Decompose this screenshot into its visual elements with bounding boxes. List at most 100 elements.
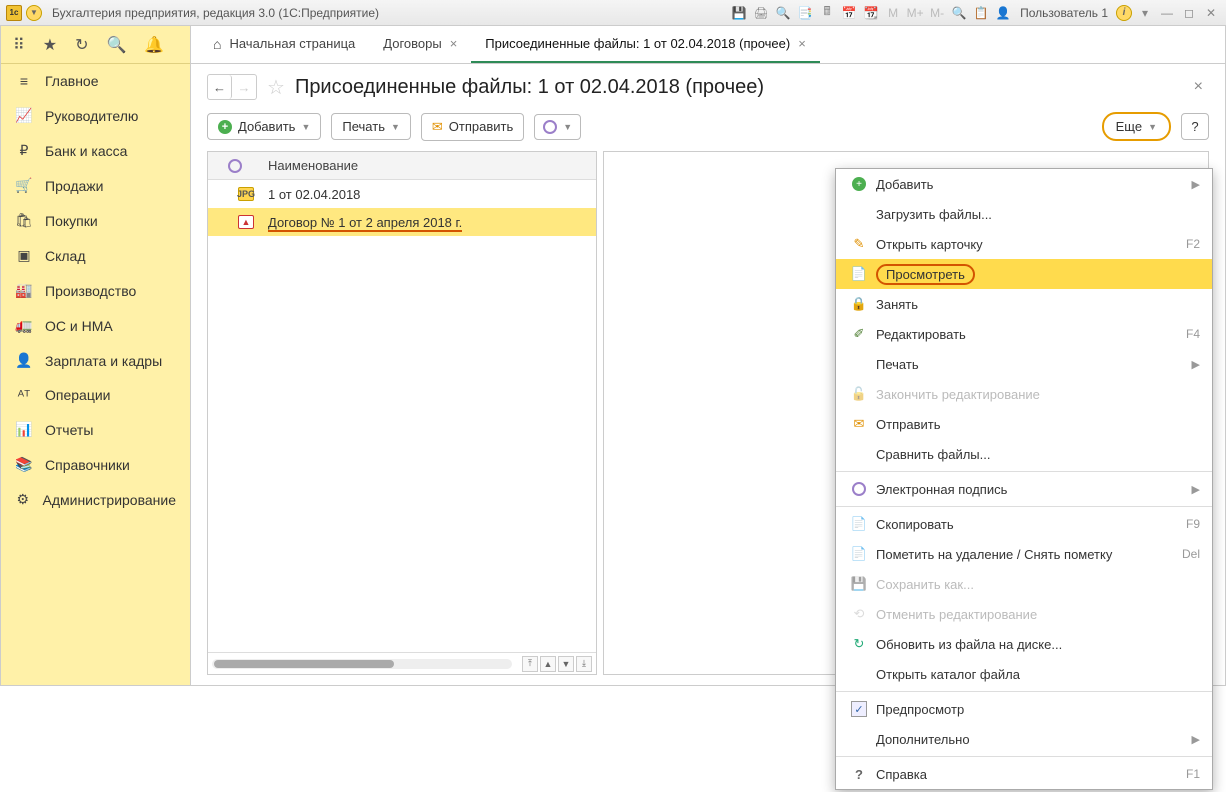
chevron-right-icon: ▶	[1192, 483, 1200, 496]
tab-0[interactable]: Договоры×	[369, 26, 471, 63]
tab-1[interactable]: Присоединенные файлы: 1 от 02.04.2018 (п…	[471, 26, 820, 63]
sidebar-item-8[interactable]: 👤Зарплата и кадры	[1, 343, 190, 378]
menu-item-сравнить-файлы-[interactable]: Сравнить файлы...	[836, 439, 1212, 469]
favorite-icon[interactable]: ☆	[267, 75, 285, 100]
forward-button[interactable]: →	[232, 75, 256, 99]
zoom-icon[interactable]: 🔍	[950, 4, 968, 22]
menu-item-электронная-подпись[interactable]: Электронная подпись▶	[836, 474, 1212, 504]
app-logo-icon: 1c	[6, 5, 22, 21]
menu-item-редактировать[interactable]: ✐РедактироватьF4	[836, 319, 1212, 349]
scroll-top-icon[interactable]: ⤒	[522, 656, 538, 672]
menu-item-печать[interactable]: Печать▶	[836, 349, 1212, 379]
menu-item-дополнительно[interactable]: Дополнительно▶	[836, 724, 1212, 754]
signature-button[interactable]: ▼	[534, 114, 581, 140]
add-button[interactable]: + Добавить ▼	[207, 113, 321, 140]
minimize-icon[interactable]: —	[1158, 4, 1176, 22]
menu-label: Электронная подпись	[870, 482, 1192, 497]
menu-label: Занять	[870, 297, 1200, 312]
sidebar-item-9[interactable]: ᴬᵀОперации	[1, 378, 190, 412]
menu-item-предпросмотр[interactable]: ✓Предпросмотр	[836, 694, 1212, 724]
history-icon[interactable]: ↻	[75, 35, 88, 55]
compare-icon[interactable]: 📑	[796, 4, 814, 22]
m-plus-icon[interactable]: M+	[906, 4, 924, 22]
list-row[interactable]: JPG1 от 02.04.2018	[208, 180, 596, 208]
clipboard-icon[interactable]: 📋	[972, 4, 990, 22]
chevron-right-icon: ▶	[1192, 178, 1200, 191]
sidebar-item-11[interactable]: 📚Справочники	[1, 447, 190, 482]
tab-close-icon[interactable]: ×	[798, 36, 806, 51]
sidebar-label: Операции	[45, 387, 111, 403]
menu-icon	[848, 482, 870, 496]
sidebar-label: Отчеты	[45, 422, 93, 438]
back-button[interactable]: ←	[208, 75, 232, 99]
save-icon[interactable]: 💾	[730, 4, 748, 22]
sidebar-icon: 📈	[15, 107, 33, 124]
apps-icon[interactable]: ⠿	[13, 35, 25, 55]
bell-icon[interactable]: 🔔	[144, 35, 164, 55]
menu-item-пометить-на-удаление-снять-пом[interactable]: 📄Пометить на удаление / Снять пометкуDel	[836, 539, 1212, 569]
menu-icon: 💾	[848, 576, 870, 592]
list-row[interactable]: ▲Договор № 1 от 2 апреля 2018 г.	[208, 208, 596, 236]
print-button[interactable]: Печать ▼	[331, 113, 411, 140]
menu-item-загрузить-файлы-[interactable]: Загрузить файлы...	[836, 199, 1212, 229]
column-name[interactable]: Наименование	[262, 158, 596, 173]
calc-icon[interactable]: 🖩	[818, 4, 836, 22]
user-name[interactable]: Пользователь 1	[1016, 6, 1112, 20]
menu-item-занять[interactable]: 🔒Занять	[836, 289, 1212, 319]
send-button[interactable]: ✉ Отправить	[421, 113, 524, 141]
sidebar-top: ⠿ ★ ↻ 🔍 🔔	[1, 26, 190, 64]
m-icon[interactable]: M	[884, 4, 902, 22]
sidebar-item-6[interactable]: 🏭Производство	[1, 273, 190, 308]
date-icon[interactable]: 📆	[862, 4, 880, 22]
menu-shortcut: F9	[1186, 517, 1200, 531]
search-icon[interactable]: 🔍	[106, 35, 126, 55]
dropdown-icon[interactable]: ▾	[1136, 4, 1154, 22]
menu-item-открыть-каталог-файла[interactable]: Открыть каталог файла	[836, 659, 1212, 689]
sidebar-item-5[interactable]: ▣Склад	[1, 238, 190, 273]
menu-icon: 📄	[848, 266, 870, 282]
sidebar-item-12[interactable]: ⚙Администрирование	[1, 482, 190, 517]
print-icon[interactable]: 🖨	[752, 4, 770, 22]
maximize-icon[interactable]: ◻	[1180, 4, 1198, 22]
menu-item-добавить[interactable]: +Добавить▶	[836, 169, 1212, 199]
menu-item-справка[interactable]: ?СправкаF1	[836, 759, 1212, 789]
scroll-up-icon[interactable]: ▲	[540, 656, 556, 672]
help-button[interactable]: ?	[1181, 113, 1209, 140]
menu-label: Печать	[870, 357, 1192, 372]
menu-icon: 🔓	[848, 386, 870, 402]
chevron-down-icon: ▼	[301, 122, 310, 132]
menu-icon: ?	[848, 767, 870, 782]
sidebar-item-3[interactable]: 🛒Продажи	[1, 168, 190, 203]
m-minus-icon[interactable]: M-	[928, 4, 946, 22]
toolbar: + Добавить ▼ Печать ▼ ✉ Отправить ▼ Еще …	[191, 106, 1225, 151]
tab-close-icon[interactable]: ×	[450, 36, 458, 51]
menu-item-открыть-карточку[interactable]: ✎Открыть карточкуF2	[836, 229, 1212, 259]
menu-separator	[836, 691, 1212, 692]
sidebar-item-4[interactable]: 🛍Покупки	[1, 203, 190, 238]
menu-item-отправить[interactable]: ✉Отправить	[836, 409, 1212, 439]
scrollbar[interactable]	[212, 659, 512, 669]
sidebar-item-10[interactable]: 📊Отчеты	[1, 412, 190, 447]
scroll-bottom-icon[interactable]: ⤓	[576, 656, 592, 672]
menu-label: Сравнить файлы...	[870, 447, 1200, 462]
preview-icon[interactable]: 🔍	[774, 4, 792, 22]
close-icon[interactable]: ✕	[1202, 4, 1220, 22]
menu-item-скопировать[interactable]: 📄СкопироватьF9	[836, 509, 1212, 539]
sidebar-item-2[interactable]: ₽Банк и касса	[1, 133, 190, 168]
page-close-icon[interactable]: ×	[1194, 78, 1209, 96]
more-button[interactable]: Еще ▼	[1102, 112, 1171, 141]
menu-label: Скопировать	[870, 517, 1186, 532]
scroll-down-icon[interactable]: ▼	[558, 656, 574, 672]
sidebar-item-7[interactable]: 🚛ОС и НМА	[1, 308, 190, 343]
menu-item-обновить-из-файла-на-диске-[interactable]: ↻Обновить из файла на диске...	[836, 629, 1212, 659]
sidebar-item-1[interactable]: 📈Руководителю	[1, 98, 190, 133]
menu-item-просмотреть[interactable]: 📄Просмотреть	[836, 259, 1212, 289]
app-dropdown-icon[interactable]: ▼	[26, 5, 42, 21]
calendar-icon[interactable]: 📅	[840, 4, 858, 22]
sidebar-item-0[interactable]: ≡Главное	[1, 64, 190, 98]
chevron-right-icon: ▶	[1192, 733, 1200, 746]
star-icon[interactable]: ★	[43, 35, 57, 55]
tab-home[interactable]: ⌂ Начальная страница	[199, 26, 369, 63]
info-icon[interactable]: i	[1116, 5, 1132, 21]
menu-icon: ✐	[848, 326, 870, 342]
